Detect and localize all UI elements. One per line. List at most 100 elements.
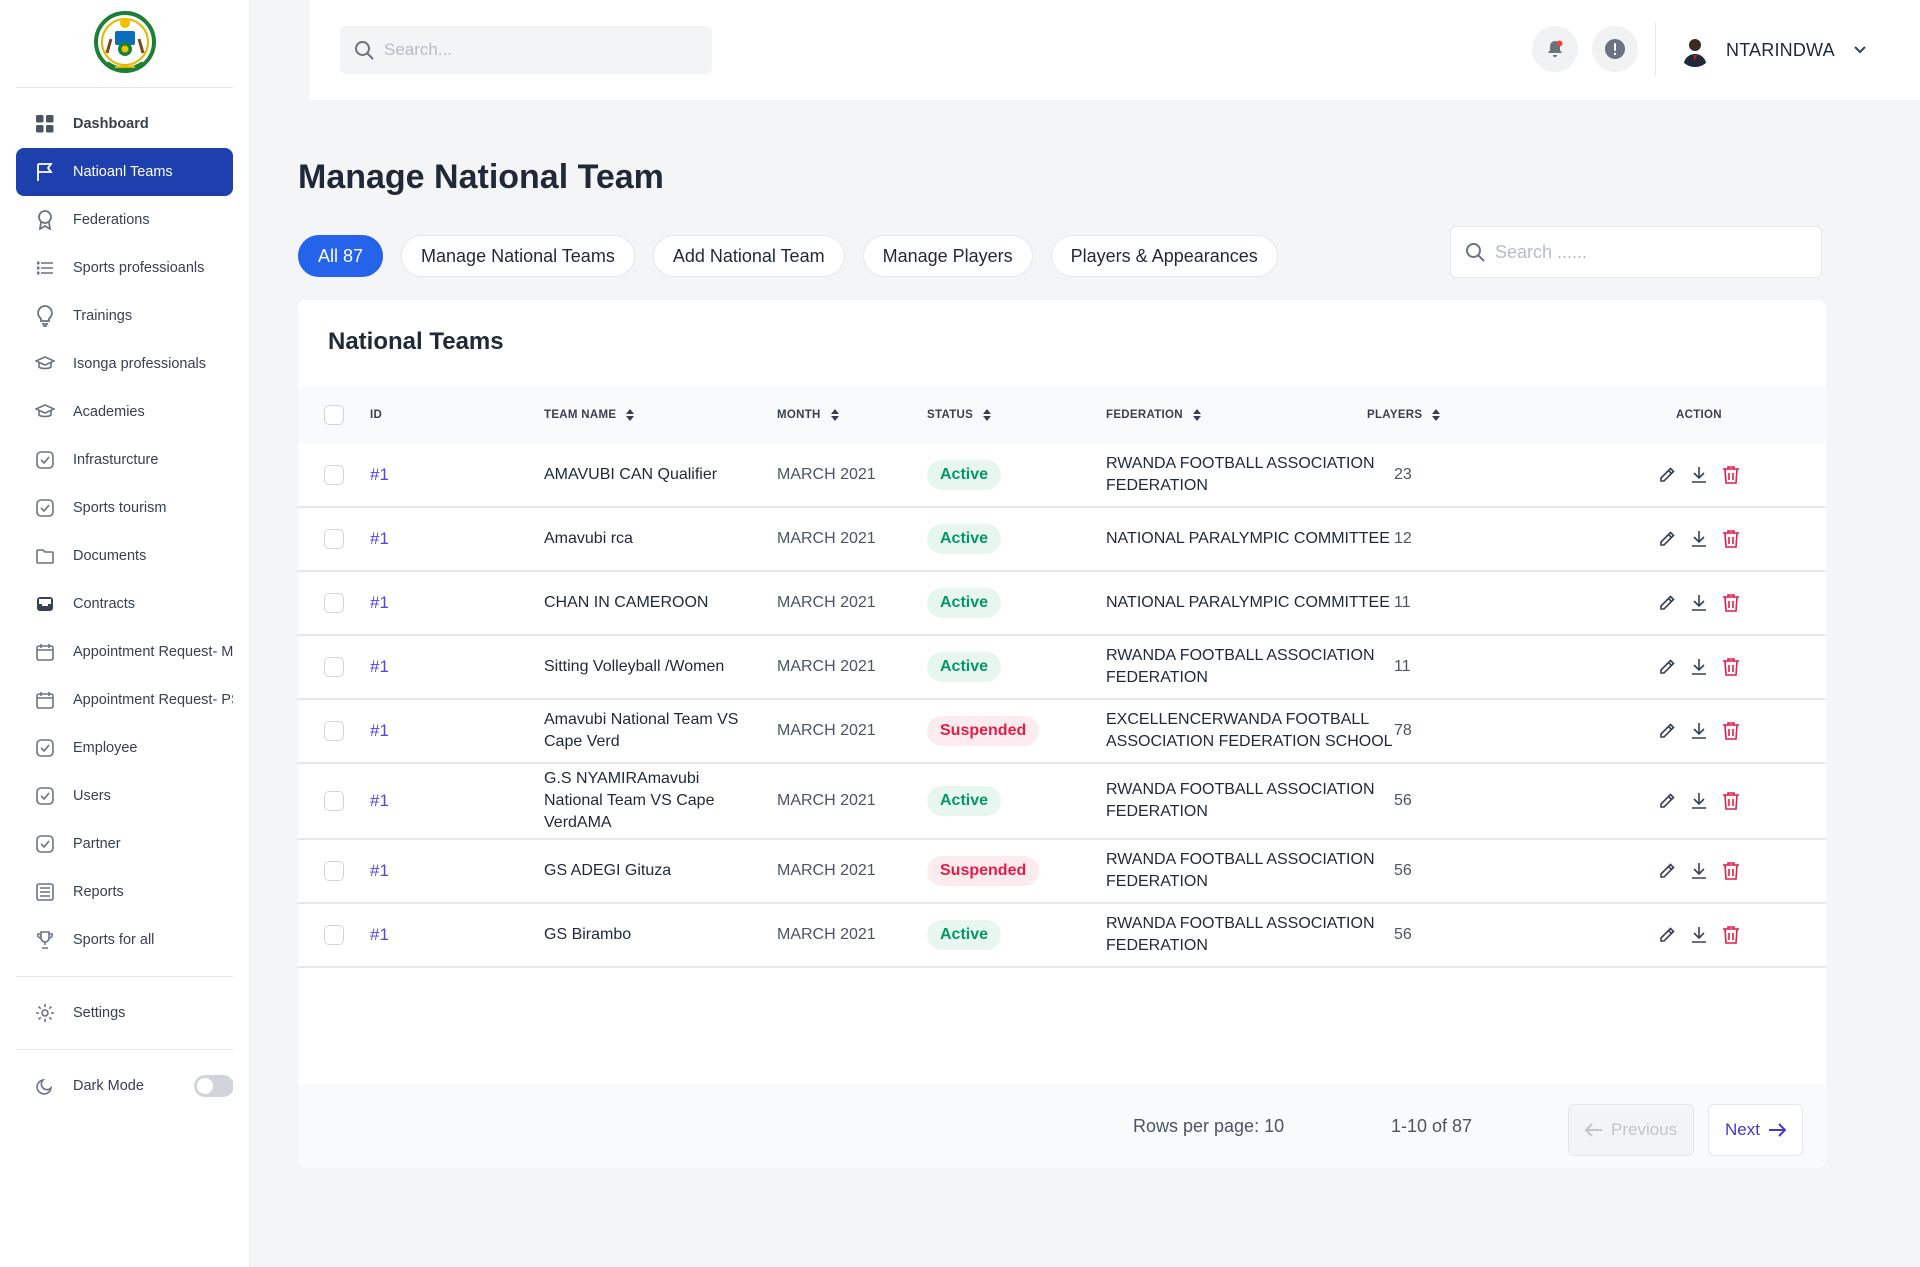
table-row[interactable]: #1 CHAN IN CAMEROON MARCH 2021 Active NATION… (298, 572, 1826, 636)
row-checkbox[interactable] (324, 529, 344, 549)
sidebar-item-academies[interactable]: Academies (16, 388, 233, 436)
edit-icon[interactable] (1658, 926, 1676, 944)
row-checkbox[interactable] (324, 721, 344, 741)
download-icon[interactable] (1690, 466, 1708, 484)
table-row[interactable]: #1 GS Birambo MARCH 2021 Active RWANDA FOOTB… (298, 904, 1826, 968)
trash-icon[interactable] (1722, 721, 1740, 741)
download-icon[interactable] (1690, 926, 1708, 944)
sidebar-item-reports[interactable]: Reports (16, 868, 233, 916)
table-row[interactable]: #1 Amavubi National Team VS Cape Verd MARC… (298, 700, 1826, 764)
row-team-name: Amavubi rca (544, 530, 633, 547)
previous-button[interactable]: Previous (1568, 1104, 1695, 1156)
column-federation[interactable]: FEDERATION (1106, 386, 1201, 444)
row-checkbox[interactable] (324, 465, 344, 485)
select-all-checkbox[interactable] (324, 405, 344, 425)
tab-manage-players[interactable]: Manage Players (862, 235, 1033, 277)
column-month[interactable]: MONTH (777, 386, 839, 444)
row-id-link[interactable]: #1 (370, 444, 389, 506)
sidebar-item-label: Infrasturcture (73, 452, 159, 468)
row-id-link[interactable]: #1 (370, 636, 389, 698)
row-checkbox[interactable] (324, 925, 344, 945)
column-team-name[interactable]: TEAM NAME (544, 386, 635, 444)
download-icon[interactable] (1690, 862, 1708, 880)
row-checkbox[interactable] (324, 791, 344, 811)
row-month: MARCH 2021 (777, 466, 876, 483)
download-icon[interactable] (1690, 594, 1708, 612)
row-checkbox[interactable] (324, 593, 344, 613)
edit-icon[interactable] (1658, 594, 1676, 612)
top-search-input[interactable] (384, 40, 684, 60)
notifications-button[interactable] (1532, 26, 1578, 72)
table-row[interactable]: #1 GS ADEGI Gituza MARCH 2021 Suspended RWAN… (298, 840, 1826, 904)
table-search-input[interactable] (1495, 241, 1795, 263)
download-icon[interactable] (1690, 658, 1708, 676)
tab-add-national-team[interactable]: Add National Team (652, 235, 845, 277)
dark-mode-toggle[interactable] (194, 1075, 233, 1097)
trash-icon[interactable] (1722, 791, 1740, 811)
table-row[interactable]: #1 G.S NYAMIRAmavubi National Team VS Cap… (298, 764, 1826, 840)
sidebar-item-trainings[interactable]: Trainings (16, 292, 233, 340)
sidebar-item-infrastructure[interactable]: Infrasturcture (16, 436, 233, 484)
edit-icon[interactable] (1658, 722, 1676, 740)
sidebar-item-settings[interactable]: Settings (16, 989, 233, 1037)
edit-icon[interactable] (1658, 530, 1676, 548)
column-players[interactable]: PLAYERS (1367, 386, 1441, 444)
sidebar-item-appointment-ps[interactable]: Appointment Request- PS (16, 676, 233, 724)
national-teams-card: National Teams ID TEAM NAME MONTH STATUS… (298, 300, 1826, 1168)
edit-icon[interactable] (1658, 658, 1676, 676)
edit-icon[interactable] (1658, 862, 1676, 880)
row-checkbox[interactable] (324, 657, 344, 677)
row-id-link[interactable]: #1 (370, 840, 389, 902)
column-label: TEAM NAME (544, 409, 617, 421)
row-players: 12 (1394, 530, 1412, 547)
sidebar-item-federations[interactable]: Federations (16, 196, 233, 244)
row-id-link[interactable]: #1 (370, 508, 389, 570)
sidebar-item-label: Federations (73, 212, 150, 228)
row-id-link[interactable]: #1 (370, 904, 389, 966)
alerts-button[interactable] (1592, 26, 1638, 72)
table-row[interactable]: #1 Amavubi rca MARCH 2021 Active NATIONAL PA… (298, 508, 1826, 572)
row-id-link[interactable]: #1 (370, 764, 389, 838)
row-id-link[interactable]: #1 (370, 572, 389, 634)
tab-manage-national-teams[interactable]: Manage National Teams (401, 235, 635, 277)
sidebar-item-sports-professionals[interactable]: Sports professioanls (16, 244, 233, 292)
list-icon (34, 257, 56, 279)
trash-icon[interactable] (1722, 925, 1740, 945)
sidebar-item-dashboard[interactable]: Dashboard (16, 100, 233, 148)
download-icon[interactable] (1690, 792, 1708, 810)
user-menu[interactable]: NTARINDWA (1678, 30, 1867, 70)
sidebar-item-employee[interactable]: Employee (16, 724, 233, 772)
edit-icon[interactable] (1658, 792, 1676, 810)
next-button[interactable]: Next (1708, 1104, 1803, 1156)
sidebar-item-appointment-minister[interactable]: Appointment Request- MINISTER (16, 628, 233, 676)
trash-icon[interactable] (1722, 529, 1740, 549)
rwanda-coat-of-arms-logo[interactable] (93, 9, 157, 79)
topbar-divider (1655, 22, 1656, 76)
row-checkbox[interactable] (324, 861, 344, 881)
rows-per-page[interactable]: Rows per page: 10 (1133, 1116, 1284, 1137)
tab-players-appearances[interactable]: Players & Appearances (1050, 235, 1278, 277)
sidebar-item-isonga-professionals[interactable]: Isonga professionals (16, 340, 233, 388)
sidebar-item-sports-tourism[interactable]: Sports tourism (16, 484, 233, 532)
sidebar-item-contracts[interactable]: Contracts (16, 580, 233, 628)
trash-icon[interactable] (1722, 593, 1740, 613)
sidebar-item-documents[interactable]: Documents (16, 532, 233, 580)
trash-icon[interactable] (1722, 657, 1740, 677)
row-federation: NATIONAL PARALYMPIC COMMITTEE (1106, 594, 1390, 611)
table-row[interactable]: #1 Sitting Volleyball /Women MARCH 2021 Act… (298, 636, 1826, 700)
download-icon[interactable] (1690, 722, 1708, 740)
column-status[interactable]: STATUS (927, 386, 992, 444)
inbox-icon (34, 593, 56, 615)
trash-icon[interactable] (1722, 861, 1740, 881)
table-row[interactable]: #1 AMAVUBI CAN Qualifier MARCH 2021 Active R… (298, 444, 1826, 508)
sidebar-item-sports-for-all[interactable]: Sports for all (16, 916, 233, 964)
download-icon[interactable] (1690, 530, 1708, 548)
sidebar-item-national-teams[interactable]: Natioanl Teams (16, 148, 233, 196)
edit-icon[interactable] (1658, 466, 1676, 484)
sidebar-item-users[interactable]: Users (16, 772, 233, 820)
filter-tabs: All 87 Manage National Teams Add Nationa… (298, 235, 1278, 277)
trash-icon[interactable] (1722, 465, 1740, 485)
row-id-link[interactable]: #1 (370, 700, 389, 762)
tab-all[interactable]: All 87 (298, 235, 384, 277)
sidebar-item-partner[interactable]: Partner (16, 820, 233, 868)
